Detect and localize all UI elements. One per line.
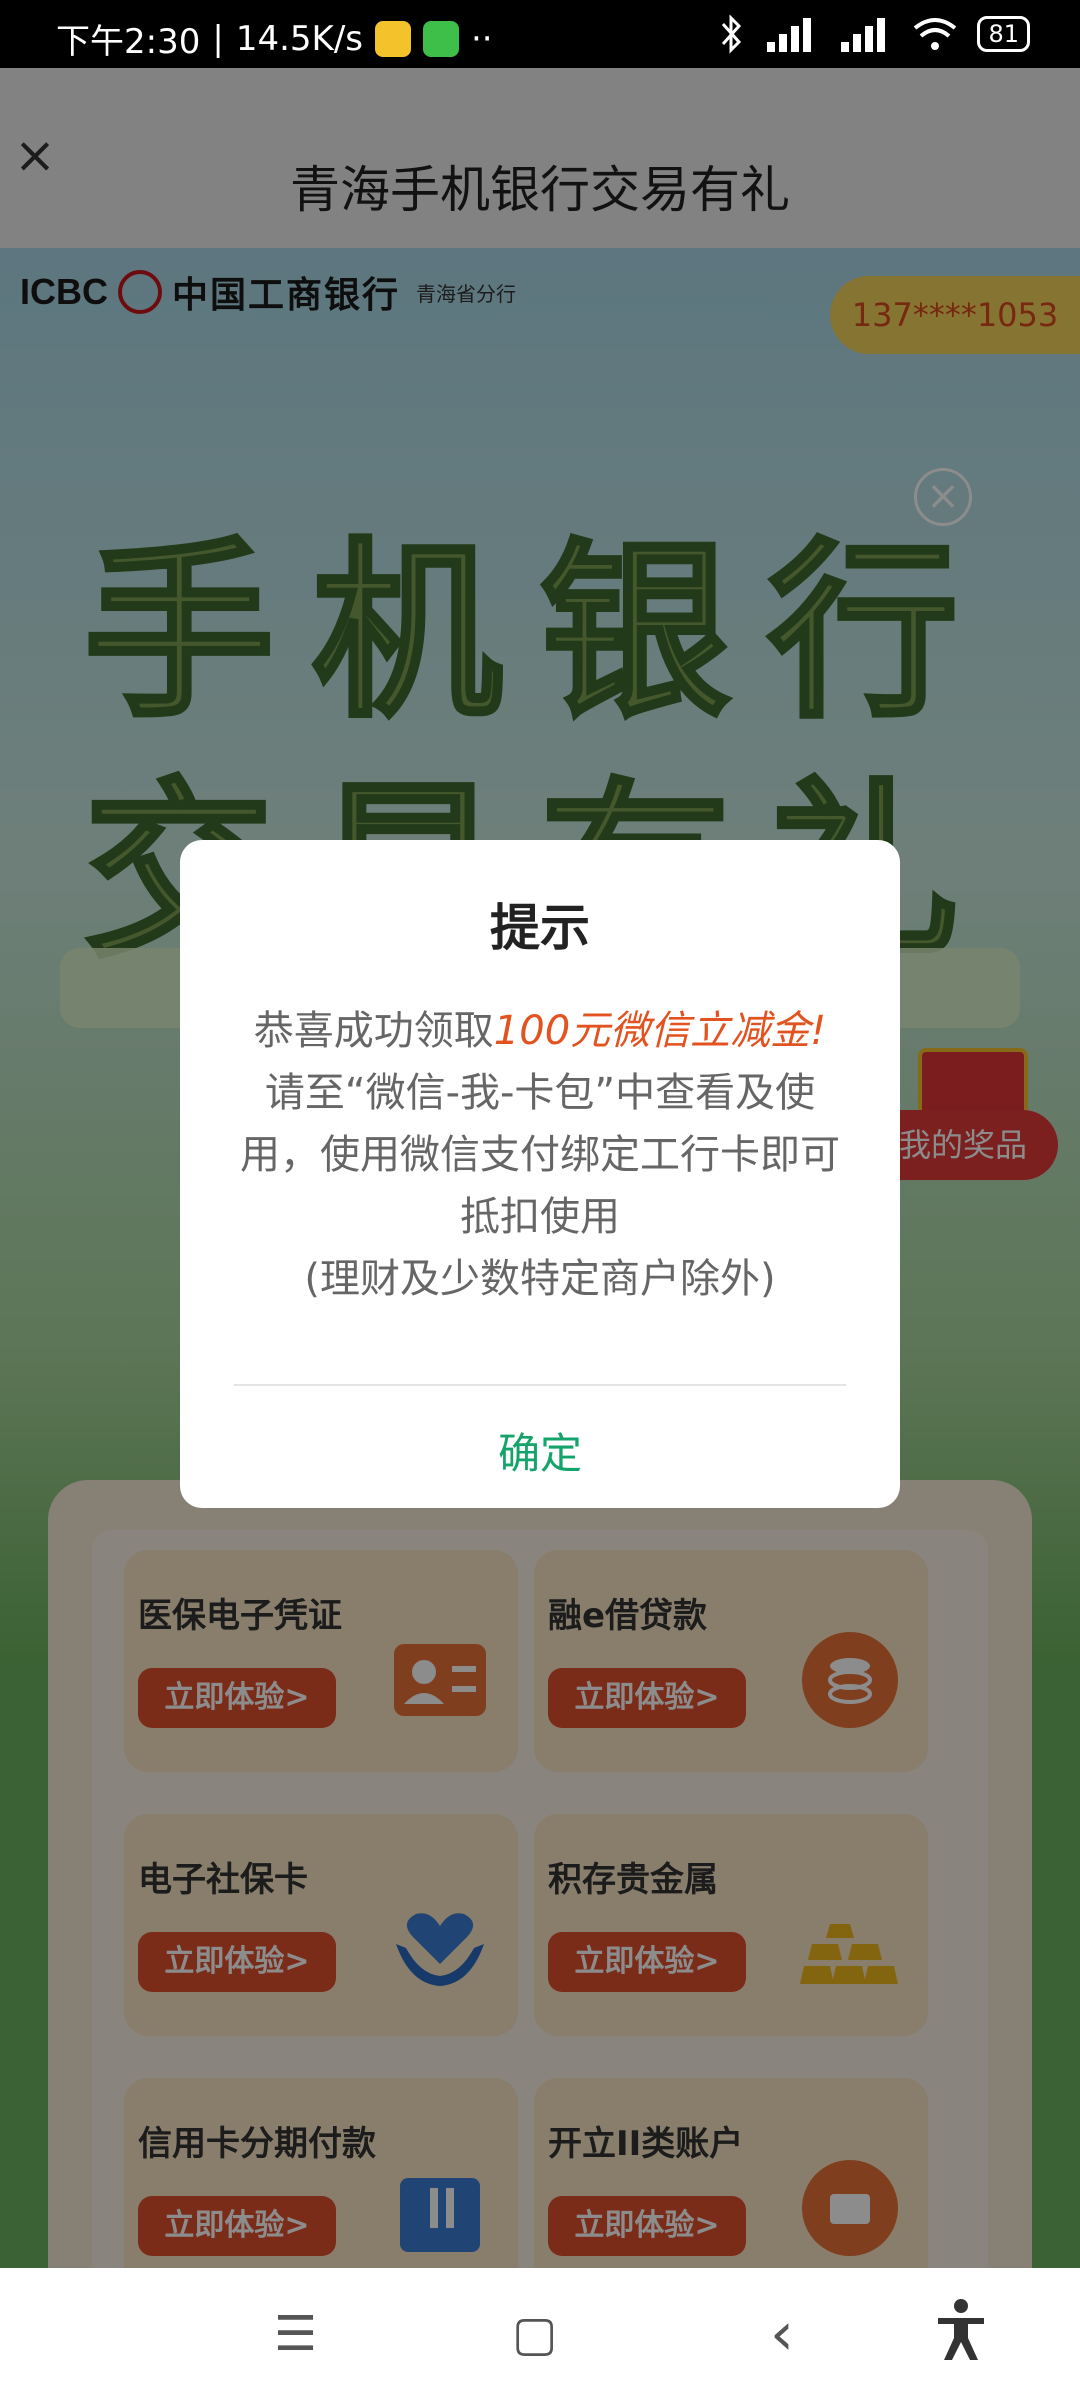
- download-icon: [423, 20, 459, 57]
- battery-indicator: 81: [977, 16, 1030, 52]
- dialog-divider: [234, 1384, 846, 1386]
- system-nav-bar: ☰ ▢ ‹: [0, 2268, 1080, 2400]
- status-time: 下午2:30: [56, 22, 201, 62]
- status-speed: 14.5K/s: [235, 18, 363, 59]
- dialog-reward-amount: 100元微信立减金!: [493, 1008, 827, 1054]
- confirm-button[interactable]: 确定: [180, 1420, 900, 1481]
- status-right: 81: [719, 14, 1030, 54]
- signal-icon-2: [841, 18, 886, 52]
- status-bar: 下午2:30 | 14.5K/s ·· 81: [0, 0, 1080, 68]
- dialog-exclusion-note: (理财及少数特定商户除外): [304, 1256, 776, 1302]
- bluetooth-icon: [722, 14, 742, 54]
- more-dots: ··: [471, 18, 493, 59]
- dialog-message: 恭喜成功领取100元微信立减金! 请至“微信-我-卡包”中查看及使用，使用微信支…: [230, 1000, 850, 1310]
- home-icon[interactable]: ▢: [512, 2304, 557, 2364]
- status-left: 下午2:30 | 14.5K/s ··: [56, 14, 493, 63]
- dialog-title: 提示: [490, 899, 590, 957]
- alert-dialog: 提示 恭喜成功领取100元微信立减金! 请至“微信-我-卡包”中查看及使用，使用…: [180, 840, 900, 1508]
- wifi-icon: [914, 18, 957, 50]
- accessibility-icon[interactable]: [934, 2298, 988, 2362]
- signal-icon: [767, 18, 812, 52]
- back-icon[interactable]: ‹: [770, 2304, 794, 2364]
- dialog-instructions: 请至“微信-我-卡包”中查看及使用，使用微信支付绑定工行卡即可抵扣使用: [240, 1070, 840, 1240]
- menu-icon[interactable]: ☰: [274, 2304, 317, 2364]
- dialog-message-prefix: 恭喜成功领取: [253, 1008, 494, 1054]
- shield-icon: [375, 20, 411, 57]
